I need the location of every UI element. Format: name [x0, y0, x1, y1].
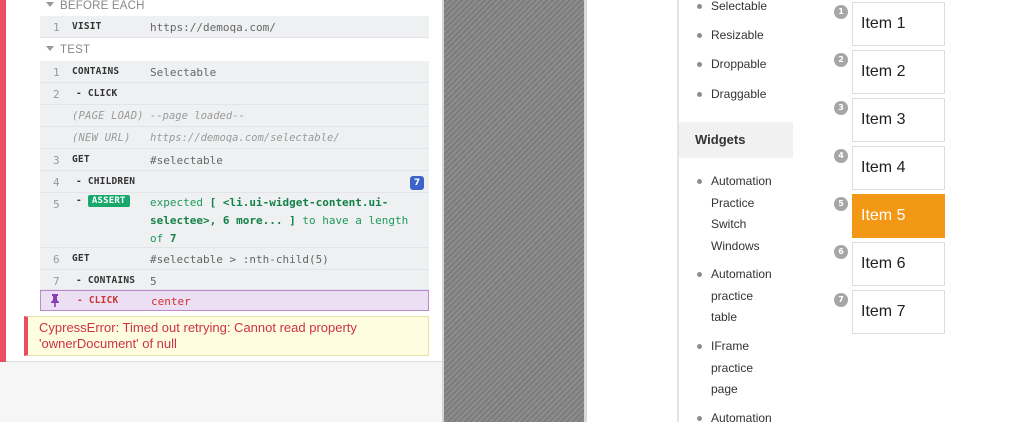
- bullet-icon: [697, 33, 702, 38]
- command-message: #selectable > :nth-child(5): [150, 253, 329, 266]
- step-number: 1: [834, 5, 848, 19]
- sidebar-item-label: Resizable: [711, 28, 764, 42]
- assert-badge: ASSERT: [87, 195, 130, 207]
- command-row-pinned[interactable]: - CLICK center: [40, 290, 429, 311]
- bullet-icon: [697, 179, 702, 184]
- command-name: - CONTAINS: [76, 275, 136, 286]
- pin-icon: [51, 294, 59, 307]
- selectable-item[interactable]: Item 6: [852, 242, 945, 286]
- command-row-assert[interactable]: 5 - ASSERT expected [ <li.ui-widget-cont…: [40, 193, 429, 248]
- step-number: 3: [834, 101, 848, 115]
- selectable-item[interactable]: Item 7: [852, 290, 945, 334]
- command-number: 1: [53, 21, 60, 34]
- command-name: (PAGE LOAD): [72, 110, 144, 122]
- command-log-panel: BEFORE EACH 1 VISIT https://demoqa.com/ …: [0, 0, 444, 422]
- command-row[interactable]: 4 - CHILDREN 7: [40, 171, 429, 193]
- command-name: CONTAINS: [72, 66, 120, 77]
- sidebar-item-automation[interactable]: Automation: [697, 408, 781, 422]
- bullet-icon: [697, 272, 702, 277]
- step-number: 2: [834, 53, 848, 67]
- command-number: 5: [53, 198, 60, 211]
- step-number: 5: [834, 197, 848, 211]
- app-under-test: Selectable Resizable Droppable Draggable…: [587, 0, 1029, 422]
- command-number: 6: [53, 253, 60, 266]
- sidebar: Selectable Resizable Droppable Draggable…: [677, 0, 793, 422]
- command-message: center: [151, 295, 191, 308]
- sidebar-item-label: Automation practice table: [711, 267, 772, 324]
- command-row[interactable]: 6 GET #selectable > :nth-child(5): [40, 248, 429, 270]
- selectable-item[interactable]: Item 1: [852, 2, 945, 46]
- command-message: 5: [150, 275, 157, 288]
- caret-down-icon: [46, 2, 54, 7]
- sidebar-item-switch-windows[interactable]: Automation Practice Switch Windows: [697, 171, 781, 257]
- step-number: 7: [834, 293, 848, 307]
- hook-test[interactable]: TEST: [46, 44, 90, 56]
- selectable-item[interactable]: Item 2: [852, 50, 945, 94]
- assertion-message: expected [ <li.ui-widget-content.ui-sele…: [150, 194, 420, 248]
- command-row[interactable]: 2 - CLICK: [40, 83, 429, 105]
- hook-label: TEST: [60, 44, 91, 56]
- step-number: 4: [834, 149, 848, 163]
- sidebar-item-label: Droppable: [711, 57, 767, 71]
- selectable-item[interactable]: Item 3: [852, 98, 945, 142]
- command-message: #selectable: [150, 154, 223, 167]
- sidebar-item-droppable[interactable]: Droppable: [697, 54, 781, 76]
- command-message: https://demoqa.com/selectable/: [150, 132, 340, 144]
- command-name: - CLICK: [76, 88, 118, 99]
- command-number: 2: [53, 88, 60, 101]
- step-number: 6: [834, 245, 848, 259]
- assertion-value: 7: [169, 232, 177, 245]
- caret-down-icon: [46, 46, 54, 51]
- sidebar-section-widgets: Widgets: [679, 122, 793, 158]
- bullet-icon: [697, 92, 702, 97]
- sidebar-item-practice-table[interactable]: Automation practice table: [697, 264, 781, 329]
- sidebar-item-label: Draggable: [711, 87, 767, 101]
- command-name: - ASSERT: [76, 195, 130, 207]
- error-message[interactable]: CypressError: Timed out retrying: Cannot…: [24, 316, 429, 356]
- command-name: VISIT: [72, 21, 102, 32]
- command-number: 4: [53, 176, 60, 189]
- command-name: - CHILDREN: [76, 176, 136, 187]
- sidebar-item-label: IFrame practice page: [711, 339, 754, 396]
- command-number: 1: [53, 66, 60, 79]
- command-name: - CLICK: [77, 295, 119, 306]
- sidebar-item-label: Selectable: [711, 0, 768, 13]
- bullet-icon: [697, 416, 702, 421]
- hook-label: BEFORE EACH: [60, 0, 145, 12]
- assertion-text: expected: [150, 196, 210, 209]
- bullet-icon: [697, 344, 702, 349]
- sidebar-item-label: Automation: [711, 411, 772, 422]
- command-message: Selectable: [150, 66, 217, 79]
- viewport-background: [444, 0, 586, 422]
- element-count-badge: 7: [410, 176, 424, 190]
- command-row[interactable]: (NEW URL) https://demoqa.com/selectable/: [40, 127, 429, 149]
- sidebar-item-iframe[interactable]: IFrame practice page: [697, 336, 781, 401]
- command-row[interactable]: 1 VISIT https://demoqa.com/: [40, 16, 429, 38]
- command-name: GET: [72, 253, 90, 264]
- command-name: GET: [72, 154, 90, 165]
- sidebar-item-draggable[interactable]: Draggable: [697, 84, 781, 106]
- command-number: 7: [53, 275, 60, 288]
- sidebar-item-label: Automation Practice Switch Windows: [711, 174, 772, 253]
- selectable-item-selected[interactable]: Item 5: [852, 194, 945, 238]
- command-message: --page loaded--: [150, 110, 245, 122]
- command-name: (NEW URL): [72, 132, 131, 144]
- sidebar-item-selectable[interactable]: Selectable: [697, 0, 781, 18]
- bullet-icon: [697, 62, 702, 67]
- command-row[interactable]: 7 - CONTAINS 5: [40, 270, 429, 290]
- command-row[interactable]: 1 CONTAINS Selectable: [40, 61, 429, 83]
- command-row[interactable]: (PAGE LOAD) --page loaded--: [40, 105, 429, 127]
- hook-before-each[interactable]: BEFORE EACH: [46, 0, 145, 12]
- command-row[interactable]: 3 GET #selectable: [40, 149, 429, 171]
- sidebar-item-resizable[interactable]: Resizable: [697, 25, 781, 47]
- command-message: https://demoqa.com/: [150, 21, 276, 34]
- selectable-item[interactable]: Item 4: [852, 146, 945, 190]
- bullet-icon: [697, 4, 702, 9]
- command-number: 3: [53, 154, 60, 167]
